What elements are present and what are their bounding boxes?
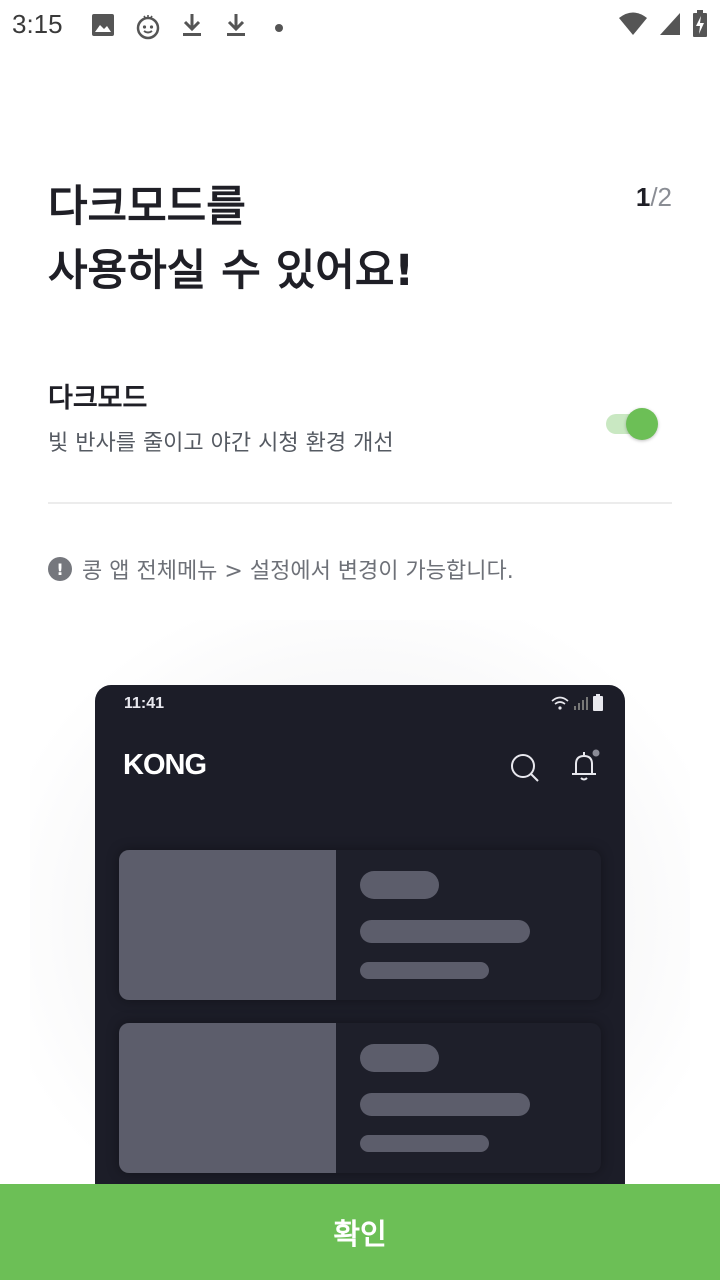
page-total: /2 bbox=[650, 182, 672, 212]
dark-mode-preview: 11:41 KONG bbox=[95, 685, 625, 1205]
divider bbox=[48, 502, 672, 504]
dark-mode-toggle[interactable] bbox=[604, 408, 658, 440]
face-icon bbox=[135, 12, 161, 44]
page-indicator: 1/2 bbox=[636, 182, 672, 213]
card-thumbnail bbox=[119, 850, 336, 1000]
download-icon bbox=[180, 12, 204, 42]
download-icon bbox=[224, 12, 248, 42]
card-thumbnail bbox=[119, 1023, 336, 1173]
wifi-icon bbox=[618, 11, 648, 41]
dark-mode-description: 빛 반사를 줄이고 야간 시청 환경 개선 bbox=[48, 431, 394, 456]
notice-text: 콩 앱 전체메뉴 > 설정에서 변경이 가능합니다. bbox=[82, 559, 514, 584]
placeholder-bar bbox=[360, 871, 439, 899]
toggle-thumb bbox=[626, 408, 658, 440]
placeholder-bar bbox=[360, 962, 489, 979]
preview-card-1 bbox=[119, 850, 601, 1000]
preview-time: 11:41 bbox=[124, 695, 165, 712]
preview-wifi-icon bbox=[551, 695, 569, 715]
bell-icon bbox=[569, 749, 601, 787]
placeholder-bar bbox=[360, 1044, 439, 1072]
preview-system-icons bbox=[551, 694, 603, 715]
confirm-button[interactable]: 확인 bbox=[0, 1184, 720, 1280]
page-title-line-2: 사용하실 수 있어요! bbox=[48, 246, 415, 296]
settings-notice: ! 콩 앱 전체메뉴 > 설정에서 변경이 가능합니다. bbox=[48, 553, 514, 585]
status-time: 3:15 bbox=[12, 9, 63, 39]
page-title: 다크모드를 사용하실 수 있어요! bbox=[48, 175, 608, 303]
signal-icon bbox=[658, 11, 682, 41]
status-bar: 3:15 bbox=[0, 0, 720, 50]
info-icon: ! bbox=[48, 557, 72, 581]
preview-battery-icon bbox=[593, 694, 603, 715]
placeholder-bar bbox=[360, 1093, 530, 1116]
preview-card-2 bbox=[119, 1023, 601, 1173]
dot-icon bbox=[274, 18, 284, 37]
preview-logo: KONG bbox=[123, 749, 207, 781]
search-icon bbox=[509, 752, 541, 788]
battery-charging-icon bbox=[692, 10, 708, 42]
dark-mode-label: 다크모드 bbox=[48, 383, 148, 414]
system-icons bbox=[618, 10, 708, 42]
placeholder-bar bbox=[360, 1135, 489, 1152]
image-icon bbox=[90, 12, 116, 42]
preview-signal-icon bbox=[573, 695, 589, 714]
placeholder-bar bbox=[360, 920, 530, 943]
page-title-line-1: 다크모드를 bbox=[48, 182, 246, 232]
page-current: 1 bbox=[635, 182, 651, 212]
